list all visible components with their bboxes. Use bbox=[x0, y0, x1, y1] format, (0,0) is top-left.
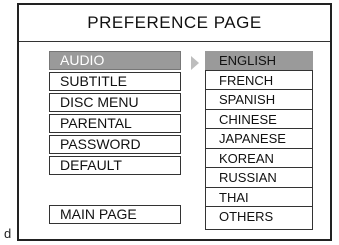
option-korean[interactable]: KOREAN bbox=[205, 149, 313, 168]
menu-item-audio[interactable]: AUDIO bbox=[49, 51, 181, 70]
option-french[interactable]: FRENCH bbox=[205, 71, 313, 90]
title-divider bbox=[19, 41, 330, 42]
main-page-button[interactable]: MAIN PAGE bbox=[49, 205, 181, 224]
option-chinese[interactable]: CHINESE bbox=[205, 110, 313, 129]
option-english[interactable]: ENGLISH bbox=[205, 51, 313, 71]
menu-item-subtitle[interactable]: SUBTITLE bbox=[49, 72, 181, 91]
option-japanese[interactable]: JAPANESE bbox=[205, 129, 313, 149]
option-thai[interactable]: THAI bbox=[205, 188, 313, 207]
menu-item-default[interactable]: DEFAULT bbox=[49, 156, 181, 175]
option-russian[interactable]: RUSSIAN bbox=[205, 168, 313, 188]
preference-page-panel: PREFERENCE PAGE AUDIO SUBTITLE DISC MENU… bbox=[17, 3, 332, 241]
menu-item-disc-menu[interactable]: DISC MENU bbox=[49, 93, 181, 112]
option-spanish[interactable]: SPANISH bbox=[205, 90, 313, 110]
margin-text-fragment: d bbox=[4, 226, 12, 241]
menu-item-parental[interactable]: PARENTAL bbox=[49, 114, 181, 133]
submenu-arrow-icon bbox=[191, 56, 199, 70]
option-others[interactable]: OTHERS bbox=[205, 207, 313, 227]
page-title: PREFERENCE PAGE bbox=[87, 13, 262, 32]
menu-item-password[interactable]: PASSWORD bbox=[49, 135, 181, 154]
